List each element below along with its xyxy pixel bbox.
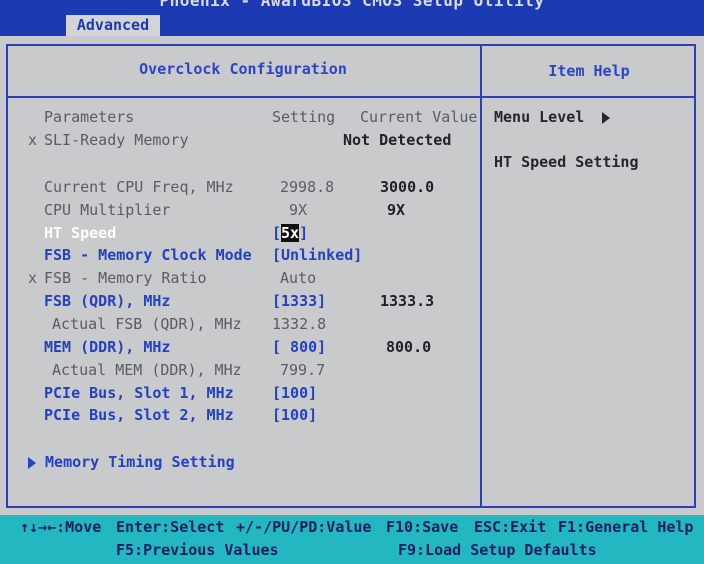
cpu-mult-current: 9X	[387, 201, 406, 219]
ht-speed-label[interactable]: HT Speed	[44, 223, 116, 243]
panel-title: Overclock Configuration	[139, 60, 347, 78]
mem-ddr-setting[interactable]: [ 800]	[272, 337, 326, 357]
pcie-slot2-setting[interactable]: [100]	[272, 405, 317, 425]
memory-timing-label: Memory Timing Setting	[45, 453, 235, 471]
fsb-ratio-disabled-mark: x	[28, 269, 38, 287]
fsb-qdr-label[interactable]: FSB (QDR), MHz	[44, 291, 170, 311]
actual-mem-setting: 799.7	[280, 361, 326, 379]
fsb-mode-label[interactable]: FSB - Memory Clock Mode	[44, 245, 252, 265]
footer-value: +/-/PU/PD:Value	[236, 518, 372, 536]
title-bar: Phoenix - AwardBIOS CMOS Setup Utility A…	[0, 0, 704, 36]
ht-speed-open-bracket: [	[272, 224, 282, 242]
sli-ready-current: Not Detected	[343, 131, 452, 149]
col-current: Current Value	[360, 108, 478, 126]
mem-ddr-current: 800.0	[386, 338, 432, 356]
pcie-slot1-setting[interactable]: [100]	[272, 383, 317, 403]
footer-bar: ↑↓→←:Move Enter:Select +/-/PU/PD:Value F…	[0, 515, 704, 564]
footer-save: F10:Save	[386, 518, 459, 536]
ht-speed-value[interactable]: 5x	[281, 224, 300, 242]
footer-previous-values: F5:Previous Values	[116, 541, 279, 559]
footer-general-help: F1:General Help	[558, 518, 694, 536]
help-title: Item Help	[548, 62, 630, 80]
actual-mem-label: Actual MEM (DDR), MHz	[52, 361, 242, 379]
menu-level: Menu Level	[494, 108, 611, 126]
col-parameters: Parameters	[44, 108, 135, 126]
vertical-divider	[480, 44, 482, 508]
menu-level-arrow-icon	[602, 111, 611, 124]
help-description: HT Speed Setting	[494, 153, 639, 171]
footer-enter: Enter:Select	[116, 518, 225, 536]
fsb-mode-setting[interactable]: [Unlinked]	[272, 245, 362, 265]
pcie-slot2-label[interactable]: PCIe Bus, Slot 2, MHz	[44, 405, 234, 425]
actual-fsb-setting: 1332.8	[272, 315, 327, 333]
actual-fsb-label: Actual FSB (QDR), MHz	[52, 315, 242, 333]
mem-ddr-label[interactable]: MEM (DDR), MHz	[44, 337, 170, 357]
col-setting: Setting	[272, 108, 336, 126]
sli-ready-disabled-mark: x	[28, 131, 38, 149]
sli-ready-label: SLI-Ready Memory	[44, 131, 189, 149]
app-title: Phoenix - AwardBIOS CMOS Setup Utility	[159, 0, 545, 10]
horizontal-divider	[6, 96, 696, 98]
footer-exit: ESC:Exit	[474, 518, 547, 536]
fsb-ratio-label: FSB - Memory Ratio	[44, 269, 207, 287]
memory-timing-submenu[interactable]: Memory Timing Setting	[28, 452, 235, 472]
footer-load-defaults: F9:Load Setup Defaults	[398, 541, 597, 559]
ht-speed-setting[interactable]: [5x]	[272, 223, 308, 243]
fsb-qdr-setting[interactable]: [1333]	[272, 291, 326, 311]
cpu-freq-current: 3000.0	[380, 178, 435, 196]
fsb-ratio-setting: Auto	[280, 269, 317, 287]
ht-speed-close-bracket: ]	[299, 224, 309, 242]
pcie-slot1-label[interactable]: PCIe Bus, Slot 1, MHz	[44, 383, 234, 403]
tab-advanced[interactable]: Advanced	[66, 15, 160, 36]
cpu-mult-setting: 9X	[289, 201, 308, 219]
menu-level-label: Menu Level	[494, 108, 585, 126]
cpu-freq-setting: 2998.8	[280, 178, 335, 196]
fsb-qdr-current: 1333.3	[380, 292, 435, 310]
submenu-arrow-icon	[28, 456, 36, 469]
footer-move: ↑↓→←:Move	[20, 518, 102, 536]
cpu-freq-label: Current CPU Freq, MHz	[44, 178, 234, 196]
cpu-mult-label: CPU Multiplier	[44, 201, 171, 219]
